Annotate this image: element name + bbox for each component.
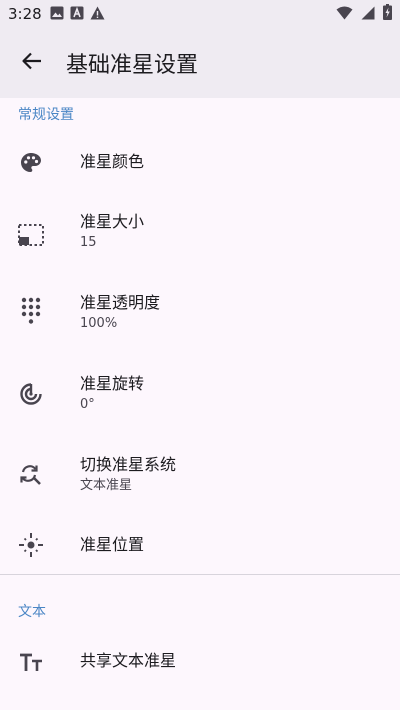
section-header-text: 文本 [18, 604, 46, 620]
setting-value: 100% [80, 316, 118, 331]
setting-share-text-crosshair[interactable]: 共享文本准星 [0, 633, 400, 689]
setting-title: 准星位置 [80, 535, 145, 554]
text-fields-icon [18, 649, 44, 675]
page-title: 基础准星设置 [66, 53, 199, 78]
arrow-back-icon [21, 50, 43, 76]
status-notification-icons [50, 5, 105, 24]
status-time: 3:28 [8, 5, 42, 23]
section-divider [0, 574, 400, 575]
setting-crosshair-size[interactable]: 准星大小 15 [0, 202, 400, 268]
setting-title: 准星大小 [80, 212, 145, 231]
warning-icon [90, 5, 105, 24]
setting-switch-crosshair-system[interactable]: 切换准星系统 文本准星 [0, 445, 400, 511]
setting-value: 文本准星 [80, 478, 133, 493]
back-button[interactable] [8, 39, 56, 87]
section-header-general: 常规设置 [18, 107, 74, 123]
wifi-icon [336, 5, 353, 24]
battery-charging-icon [383, 4, 392, 24]
rotation-icon [18, 381, 44, 407]
setting-crosshair-rotation[interactable]: 准星旋转 0° [0, 364, 400, 430]
setting-value: 15 [80, 235, 97, 250]
gps-fixed-icon [18, 532, 44, 558]
status-system-icons [336, 4, 392, 24]
setting-title: 准星旋转 [80, 374, 145, 393]
setting-title: 切换准星系统 [80, 455, 177, 474]
setting-crosshair-opacity[interactable]: 准星透明度 100% [0, 283, 400, 349]
dialpad-icon [18, 295, 44, 329]
setting-title: 准星颜色 [80, 152, 145, 171]
status-bar: 3:28 [0, 0, 400, 28]
setting-value: 0° [80, 397, 95, 412]
setting-title: 共享文本准星 [80, 651, 177, 670]
palette-icon [18, 150, 44, 176]
signal-icon [361, 5, 375, 24]
a-badge-icon [70, 5, 84, 24]
app-bar: 基础准星设置 [0, 28, 400, 98]
setting-title: 准星透明度 [80, 293, 161, 312]
image-icon [50, 5, 64, 24]
picture-in-picture-icon [18, 222, 44, 248]
setting-crosshair-position[interactable]: 准星位置 [0, 517, 400, 573]
find-replace-icon [18, 462, 44, 488]
setting-crosshair-color[interactable]: 准星颜色 [0, 134, 400, 190]
